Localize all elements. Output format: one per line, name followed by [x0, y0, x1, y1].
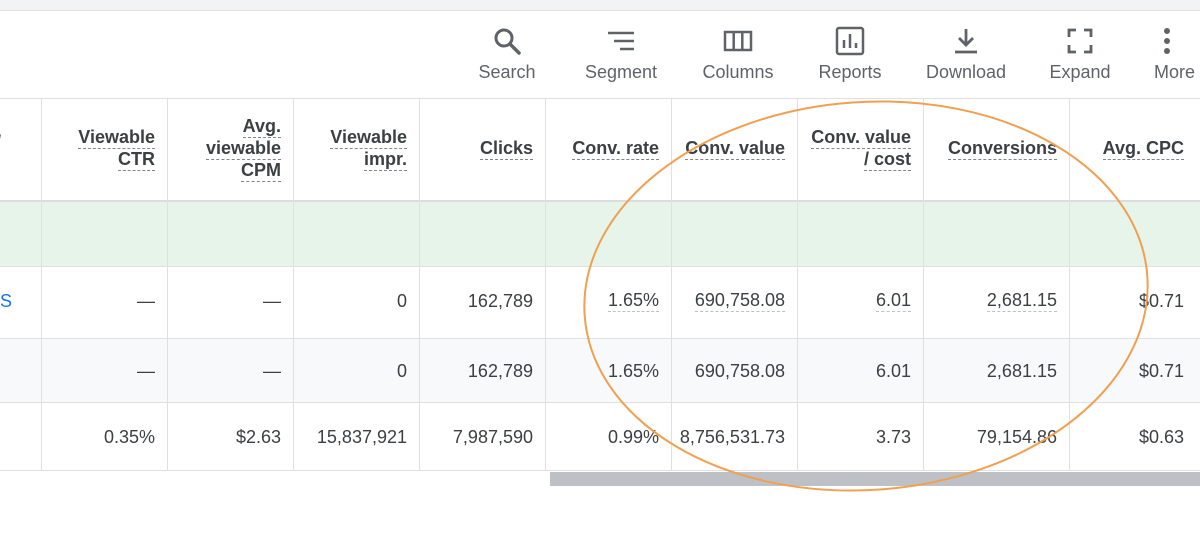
table-toolbar: Search Segment Columns Reports Download … [0, 10, 1200, 98]
more-button[interactable]: More [1152, 26, 1200, 83]
highlight-row [0, 202, 1200, 266]
columns-button[interactable]: Columns [696, 26, 780, 83]
download-icon [951, 26, 981, 56]
segment-icon [606, 26, 636, 56]
row-lead-link[interactable]: S [0, 268, 41, 334]
header-avg-cpc[interactable]: Avg. CPC [1069, 98, 1200, 200]
search-icon [492, 26, 522, 56]
columns-icon [723, 26, 753, 56]
header-viewable-impr[interactable]: Viewable impr. [293, 98, 419, 200]
search-button[interactable]: Search [472, 26, 542, 83]
expand-icon [1065, 26, 1095, 56]
header-avg-viewable-cpm[interactable]: Avg. viewable CPM [167, 98, 293, 200]
download-button[interactable]: Download [920, 26, 1012, 83]
header-conv-rate[interactable]: Conv. rate [545, 98, 671, 200]
expand-button[interactable]: Expand [1044, 26, 1116, 83]
header-conv-value-cost[interactable]: Conv. value / cost [797, 98, 923, 200]
header-partial[interactable]: / [0, 98, 41, 200]
download-label: Download [925, 62, 1007, 82]
segment-button[interactable]: Segment [578, 26, 664, 83]
more-label: More [1154, 62, 1196, 82]
expand-label: Expand [1049, 62, 1111, 82]
search-label: Search [478, 62, 536, 82]
more-icon [1152, 26, 1200, 56]
reports-icon [835, 26, 865, 56]
reports-button[interactable]: Reports [811, 26, 889, 83]
reports-label: Reports [818, 62, 882, 82]
horizontal-scrollbar[interactable] [550, 472, 1200, 486]
header-viewable-ctr[interactable]: Viewable CTR [41, 98, 167, 200]
metrics-table: / ViewableCTR Avg.viewableCPM Viewableim… [0, 98, 1200, 471]
columns-label: Columns [702, 62, 774, 82]
segment-label: Segment [584, 62, 658, 82]
header-conv-value[interactable]: Conv. value [671, 98, 797, 200]
header-conversions[interactable]: Conversions [923, 98, 1069, 200]
header-clicks[interactable]: Clicks [419, 98, 545, 200]
